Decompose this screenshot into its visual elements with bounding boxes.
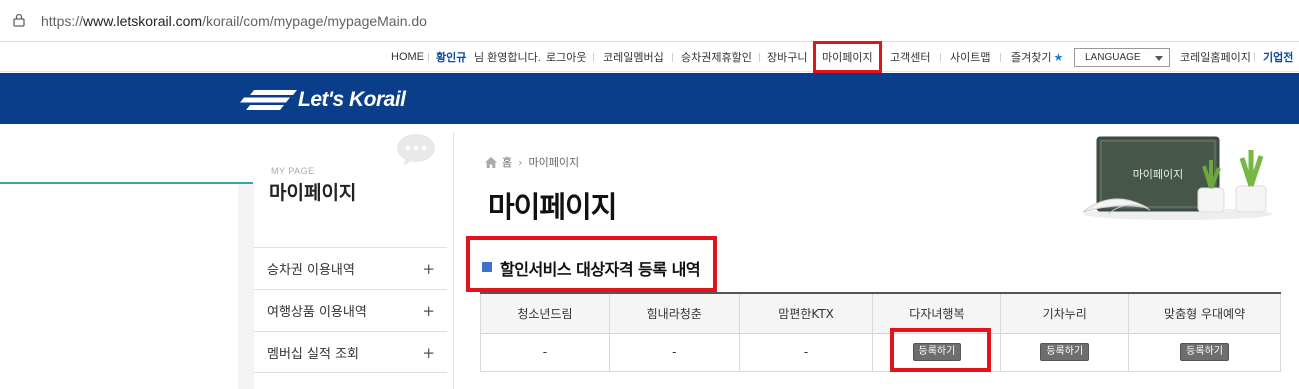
column-header: 맘편한KTX: [738, 292, 874, 334]
table-cell: 등록하기: [1000, 332, 1130, 372]
star-icon: ★: [1053, 51, 1064, 64]
chevron-down-icon: [1155, 56, 1163, 61]
register-button-highlight-box: [890, 328, 991, 372]
url-text[interactable]: https://www.letskorail.com/korail/com/my…: [41, 13, 427, 29]
korail-home-link[interactable]: 코레일홈페이지: [1180, 42, 1251, 72]
column-header: 맞춤형 우대예약: [1128, 292, 1281, 334]
sidebar-item-ticket-history[interactable]: 승차권 이용내역 +: [254, 247, 447, 289]
column-header: 기차누리: [1000, 292, 1130, 334]
discount-link[interactable]: 승차권제휴할인: [681, 42, 752, 72]
speech-bubble-icon: [397, 134, 435, 166]
sidebar-item-label: 멤버십 실적 조회: [267, 346, 359, 362]
sidebar-item-membership-record[interactable]: 멤버십 실적 조회 +: [254, 331, 447, 373]
column-header: 다자녀행복: [872, 292, 1002, 334]
plus-icon: +: [422, 302, 435, 320]
sitemap-link[interactable]: 사이트맵: [950, 42, 990, 72]
table-row: - - - 등록하기 등록하기 등록하기: [480, 332, 1281, 372]
divider: [1254, 53, 1255, 62]
breadcrumb: 홈 › 마이페이지: [485, 154, 579, 170]
logo-text: Let's Korail: [298, 88, 406, 111]
membership-link[interactable]: 코레일멤버십: [603, 42, 664, 72]
divider: [672, 53, 673, 62]
column-header: 힘내라청춘: [608, 292, 740, 334]
favorites-link[interactable]: 즐겨찾기 ★: [1011, 42, 1063, 72]
register-button-custom-reservation[interactable]: 등록하기: [1180, 343, 1229, 361]
divider: [759, 53, 760, 62]
register-button-train-nuri[interactable]: 등록하기: [1040, 343, 1090, 361]
table-cell: -: [608, 332, 740, 372]
section-title: 할인서비스 대상자격 등록 내역: [500, 260, 701, 279]
divider: [428, 53, 429, 62]
welcome-text: 님 환영합니다.: [474, 52, 541, 64]
plus-icon: +: [422, 344, 435, 362]
column-header: 청소년드림: [480, 292, 610, 334]
breadcrumb-home[interactable]: 홈: [502, 154, 512, 170]
lock-icon: [13, 13, 25, 27]
customer-center-link[interactable]: 고객센터: [890, 42, 930, 72]
divider: [593, 53, 594, 62]
table-cell: -: [738, 332, 874, 372]
browser-address-bar[interactable]: https://www.letskorail.com/korail/com/my…: [0, 0, 1299, 42]
site-logo[interactable]: Let's Korail: [240, 88, 406, 112]
site-header: [0, 73, 1299, 124]
discount-qualification-table: 청소년드림 힘내라청춘 맘편한KTX 다자녀행복 기차누리 맞춤형 우대예약 -…: [480, 292, 1281, 372]
sidebar: MY PAGE 마이페이지 승차권 이용내역 + 여행상품 이용내역 + 멤버십…: [254, 133, 454, 389]
language-select[interactable]: LANGUAGE: [1074, 48, 1170, 67]
logo-icon: [240, 90, 297, 110]
chalkboard-illustration: 마이페이지: [1082, 136, 1273, 220]
page-title: 마이페이지: [488, 190, 617, 224]
home-link[interactable]: HOME: [391, 42, 424, 72]
corporate-link[interactable]: 기업전: [1263, 42, 1293, 72]
chalkboard-text: 마이페이지: [1133, 168, 1184, 181]
sidebar-title: 마이페이지: [269, 182, 357, 204]
table-cell: 등록하기: [1128, 332, 1281, 372]
sidebar-subtitle: MY PAGE: [271, 166, 315, 176]
table-header-row: 청소년드림 힘내라청춘 맘편한KTX 다자녀행복 기차누리 맞춤형 우대예약: [480, 292, 1281, 334]
square-bullet-icon: [482, 262, 492, 272]
mypage-link[interactable]: 마이페이지: [813, 41, 882, 73]
logout-link[interactable]: 로그아웃: [546, 42, 586, 72]
sidebar-item-label: 여행상품 이용내역: [267, 305, 367, 320]
side-gutter: [238, 184, 254, 389]
sidebar-item-label: 승차권 이용내역: [267, 263, 355, 278]
cart-link[interactable]: 장바구니: [767, 42, 807, 72]
chevron-right-icon: ›: [518, 155, 523, 169]
divider: [1000, 53, 1001, 62]
divider: [940, 53, 941, 62]
accent-line: [0, 182, 253, 184]
home-icon: [485, 156, 497, 168]
table-cell: -: [480, 332, 610, 372]
plus-icon: +: [422, 260, 435, 278]
user-name: 황인규: [436, 52, 467, 64]
breadcrumb-current: 마이페이지: [528, 156, 580, 169]
sidebar-item-travel-history[interactable]: 여행상품 이용내역 +: [254, 289, 447, 331]
